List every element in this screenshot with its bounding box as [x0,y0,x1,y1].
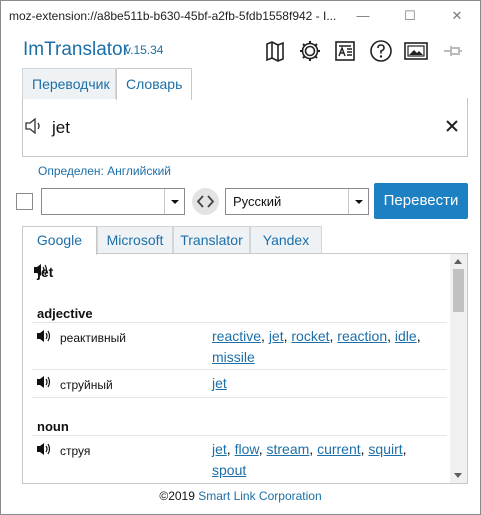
synonym-link[interactable]: reactive [212,328,261,344]
synonym-link[interactable]: reaction [337,328,387,344]
source-text[interactable]: jet [52,118,70,138]
divider [32,435,447,436]
footer: ©2019 Smart Link Corporation [1,489,480,503]
part-of-speech: noun [37,419,69,434]
results-scrollbar[interactable] [450,254,467,483]
translate-button[interactable]: Перевести [374,183,468,219]
headword: jet [37,264,54,280]
part-of-speech: adjective [37,306,93,321]
synonym-link[interactable]: stream [266,441,309,457]
clear-icon[interactable] [443,117,461,135]
copyright: ©2019 [159,489,195,503]
speaker-icon[interactable] [24,117,44,138]
swap-languages-button[interactable] [192,188,219,215]
speaker-icon[interactable] [36,442,52,459]
source-text-area[interactable] [22,98,468,157]
title-bar: moz-extension://a8be511b-b630-45bf-a2fb-… [1,1,480,31]
version-label: v.15.34 [125,43,164,57]
target-language-select[interactable]: Русский [225,188,369,215]
divider [32,322,447,323]
close-window-button[interactable]: ✕ [434,1,480,31]
synonym-list: jet, flow, stream, current, squirt, spou… [212,441,407,478]
brand-title: ImTranslator [23,39,129,60]
chevron-down-icon [164,189,184,214]
synonym-link[interactable]: missile [212,349,255,365]
synonym-link[interactable]: idle [395,328,417,344]
extension-window: moz-extension://a8be511b-b630-45bf-a2fb-… [0,0,481,515]
source-language-select[interactable] [41,188,185,215]
tab-google[interactable]: Google [22,226,97,255]
auto-detect-checkbox[interactable] [16,193,33,210]
scroll-thumb[interactable] [453,269,464,312]
image-icon[interactable] [403,38,429,64]
tab-translator-provider[interactable]: Translator [173,226,250,254]
translation-term: реактивный [60,331,126,345]
maximize-button[interactable]: ☐ [387,1,433,31]
font-icon[interactable] [332,38,358,64]
speaker-icon[interactable] [36,329,52,346]
detected-language: Определен: Английский [38,164,171,178]
gear-icon[interactable] [297,38,323,64]
map-icon[interactable] [262,38,288,64]
window-title: moz-extension://a8be511b-b630-45bf-a2fb-… [9,9,337,23]
tab-translator[interactable]: Переводчик [22,68,116,99]
target-language-value: Русский [233,194,282,209]
translation-term: струйный [60,378,113,392]
divider [32,369,447,370]
synonym-link[interactable]: spout [212,462,246,478]
synonym-link[interactable]: jet [212,375,227,391]
tab-yandex[interactable]: Yandex [250,226,322,254]
chevron-down-icon [348,189,368,214]
pin-icon[interactable] [440,38,466,64]
synonym-list: reactive, jet, rocket, reaction, idle, m… [212,328,421,365]
speaker-icon[interactable] [36,375,52,392]
divider [32,397,447,398]
synonym-list: jet [212,373,444,394]
synonym-link[interactable]: jet [212,441,227,457]
help-icon[interactable] [368,38,394,64]
tab-dictionary[interactable]: Словарь [116,68,192,100]
tab-microsoft[interactable]: Microsoft [97,226,173,254]
scroll-up-icon[interactable] [454,259,462,264]
scroll-down-icon[interactable] [454,473,462,478]
synonym-link[interactable]: flow [235,441,259,457]
translation-term: струя [60,444,91,458]
synonym-link[interactable]: squirt [368,441,402,457]
synonym-link[interactable]: current [317,441,361,457]
synonym-link[interactable]: jet [269,328,284,344]
minimize-button[interactable]: — [340,1,386,31]
synonym-link[interactable]: rocket [291,328,329,344]
company-link[interactable]: Smart Link Corporation [198,489,321,503]
